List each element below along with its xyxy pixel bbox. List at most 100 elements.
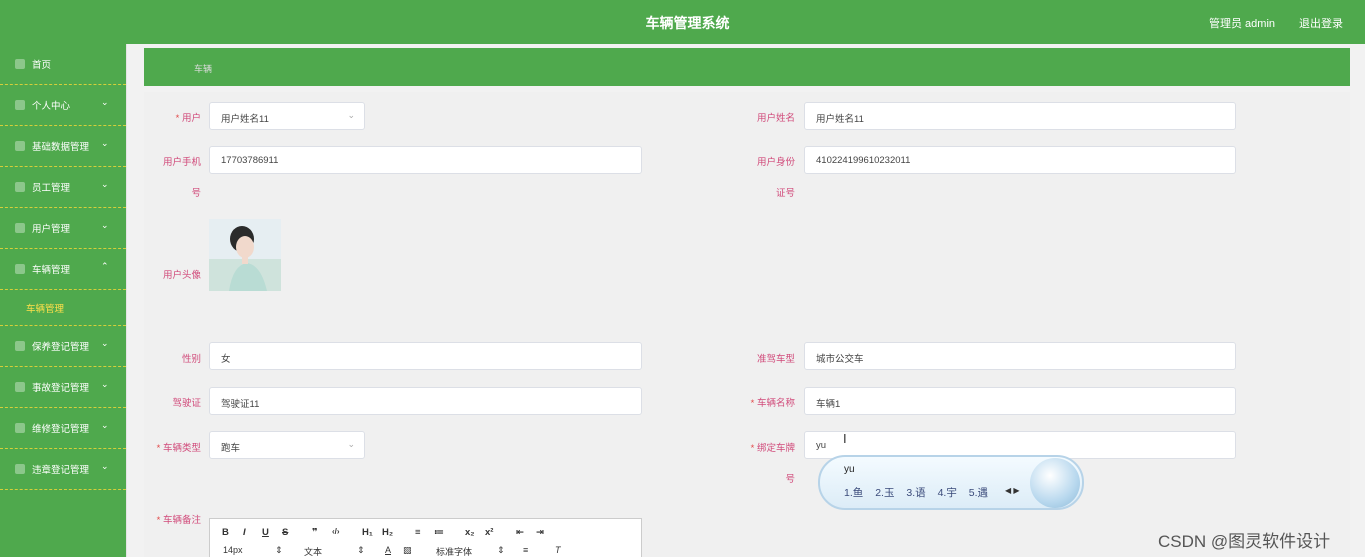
users-icon: [15, 223, 25, 233]
bullet-list-button[interactable]: ≔: [434, 527, 444, 538]
sidebar-item-maintenance[interactable]: 保养登记管理 ⌄: [0, 326, 126, 367]
admin-label: 管理员 admin: [1209, 18, 1276, 30]
superscript-button[interactable]: x²: [485, 527, 493, 538]
sidebar-item-accident[interactable]: 事故登记管理 ⌄: [0, 367, 126, 408]
sidebar: 首页 个人中心 ⌄ 基础数据管理 ⌄ 员工管理 ⌄ 用户管理 ⌄ 车辆管理 ⌃ …: [0, 44, 127, 557]
vehicle-class-field[interactable]: 城市公交车: [804, 342, 1236, 370]
vehicle-type-label: * 车辆类型: [150, 440, 201, 454]
app-title: 车辆管理系统: [645, 15, 730, 31]
align-icon[interactable]: ≡: [523, 545, 528, 555]
required-mark: *: [175, 113, 180, 124]
gender-label: 性别: [181, 354, 201, 365]
code-button[interactable]: ‹/›: [332, 527, 340, 536]
font-size-select[interactable]: 14px: [223, 545, 243, 555]
remark-label: * 车辆备注: [150, 512, 201, 526]
italic-button[interactable]: I: [243, 527, 246, 538]
label-text: 用户: [181, 113, 201, 124]
ticket-icon: [15, 464, 25, 474]
chevron-down-icon: ⌄: [101, 379, 109, 389]
strike-button[interactable]: S: [282, 527, 288, 538]
clear-format-icon[interactable]: T: [555, 545, 561, 555]
sidebar-item-home[interactable]: 首页: [0, 44, 126, 85]
h2-button[interactable]: H₂: [382, 527, 393, 538]
tool-icon: [15, 423, 25, 433]
vehicle-name-field[interactable]: 车辆1: [804, 387, 1236, 415]
label-line: 用户手机: [162, 157, 201, 168]
ime-candidate[interactable]: 1.鱼: [844, 487, 863, 499]
wrench-icon: [15, 341, 25, 351]
user-phone-label: 用户手机 号: [150, 154, 201, 199]
ordered-list-button[interactable]: ≡: [415, 527, 421, 538]
user-id-label: 用户身份 证号: [740, 154, 795, 199]
label-line: 号: [785, 474, 795, 485]
indent-button[interactable]: ⇥: [536, 527, 544, 538]
font-family-select[interactable]: 标准字体: [436, 545, 472, 557]
gender-field[interactable]: 女: [209, 342, 642, 370]
ime-candidate[interactable]: 2.玉: [875, 487, 894, 499]
bold-button[interactable]: B: [222, 527, 229, 538]
chevron-updown-icon: ⇕: [497, 545, 505, 555]
user-name-label: 用户姓名: [756, 113, 795, 124]
sidebar-item-label: 事故登记管理: [32, 383, 90, 394]
top-bar: 车辆管理系统 管理员 admin 退出登录: [0, 0, 1365, 44]
vehicle-type-value: 跑车: [221, 443, 241, 454]
text-cursor-icon: I: [843, 431, 847, 446]
sidebar-item-violation[interactable]: 违章登记管理 ⌄: [0, 449, 126, 490]
user-id-field[interactable]: 410224199610232011: [804, 146, 1236, 174]
h1-button[interactable]: H₁: [362, 527, 373, 538]
label-text: 车辆备注: [162, 515, 201, 526]
vehicle-type-select[interactable]: 跑车 ⌄: [209, 431, 365, 459]
sidebar-item-repair[interactable]: 维修登记管理 ⌄: [0, 408, 126, 449]
sidebar-item-profile[interactable]: 个人中心 ⌄: [0, 85, 126, 126]
chevron-up-icon: ⌃: [101, 261, 109, 271]
user-name-value: 用户姓名11: [816, 114, 864, 125]
user-phone-field[interactable]: 17703786911: [209, 146, 642, 174]
sidebar-item-users[interactable]: 用户管理 ⌄: [0, 208, 126, 249]
text-style-select[interactable]: 文本: [304, 545, 322, 557]
sidebar-subitem-vehicle-management[interactable]: 车辆管理: [0, 290, 126, 326]
chevron-down-icon: ⌄: [101, 97, 109, 107]
license-field[interactable]: 驾驶证11: [209, 387, 642, 415]
license-value: 驾驶证11: [221, 399, 260, 410]
sidebar-item-label: 车辆管理: [32, 265, 71, 276]
sidebar-item-label: 个人中心: [32, 101, 71, 112]
chevron-updown-icon: ⇕: [357, 545, 365, 555]
rich-text-editor[interactable]: B I U S ❞ ‹/› H₁ H₂ ≡ ≔ x₂ x² ⇤ ⇥ 14px ⇕…: [209, 518, 642, 557]
label-text: 绑定车牌: [756, 443, 795, 454]
user-select[interactable]: 用户姓名11 ⌄: [209, 102, 365, 130]
background-color-icon[interactable]: ▧: [403, 545, 412, 556]
avatar[interactable]: [209, 219, 281, 291]
plate-value: yu: [816, 440, 827, 451]
sidebar-item-vehicles[interactable]: 车辆管理 ⌃: [0, 249, 126, 290]
underline-button[interactable]: U: [262, 527, 269, 538]
breadcrumb[interactable]: 车辆: [194, 62, 212, 75]
breadcrumb-bar: 车辆: [144, 48, 1350, 86]
sidebar-item-staff[interactable]: 员工管理 ⌄: [0, 167, 126, 208]
outdent-button[interactable]: ⇤: [516, 527, 524, 538]
font-color-icon[interactable]: A: [385, 545, 391, 555]
alert-icon: [15, 382, 25, 392]
sidebar-item-label: 用户管理: [32, 224, 71, 235]
user-name-field[interactable]: 用户姓名11: [804, 102, 1236, 130]
ime-candidate[interactable]: 5.遇: [969, 487, 988, 499]
sidebar-item-label: 首页: [32, 60, 52, 71]
home-icon: [15, 59, 25, 69]
ime-candidate[interactable]: 3.语: [906, 487, 925, 499]
quote-button[interactable]: ❞: [312, 527, 318, 538]
watermark: CSDN @图灵软件设计: [1158, 532, 1331, 551]
ime-candidate[interactable]: 4.宇: [938, 487, 957, 499]
logout-link[interactable]: 退出登录: [1299, 15, 1343, 31]
label-line: 号: [191, 188, 201, 199]
subscript-button[interactable]: x₂: [465, 527, 475, 538]
user-label: * 用户: [150, 110, 201, 124]
label-line: 证号: [775, 188, 795, 199]
ime-candidate-window[interactable]: yu 1.鱼 2.玉 3.语 4.宇 5.遇 ◀ ▶: [818, 455, 1084, 510]
required-mark: *: [156, 443, 161, 454]
ime-page-nav[interactable]: ◀ ▶: [1005, 486, 1020, 495]
sidebar-item-basic-data[interactable]: 基础数据管理 ⌄: [0, 126, 126, 167]
label-text: 车辆类型: [162, 443, 201, 454]
required-mark: *: [750, 398, 755, 409]
plate-label: * 绑定车牌 号: [740, 440, 795, 485]
label-text: 车辆名称: [756, 398, 795, 409]
license-label: 驾驶证: [172, 398, 201, 409]
